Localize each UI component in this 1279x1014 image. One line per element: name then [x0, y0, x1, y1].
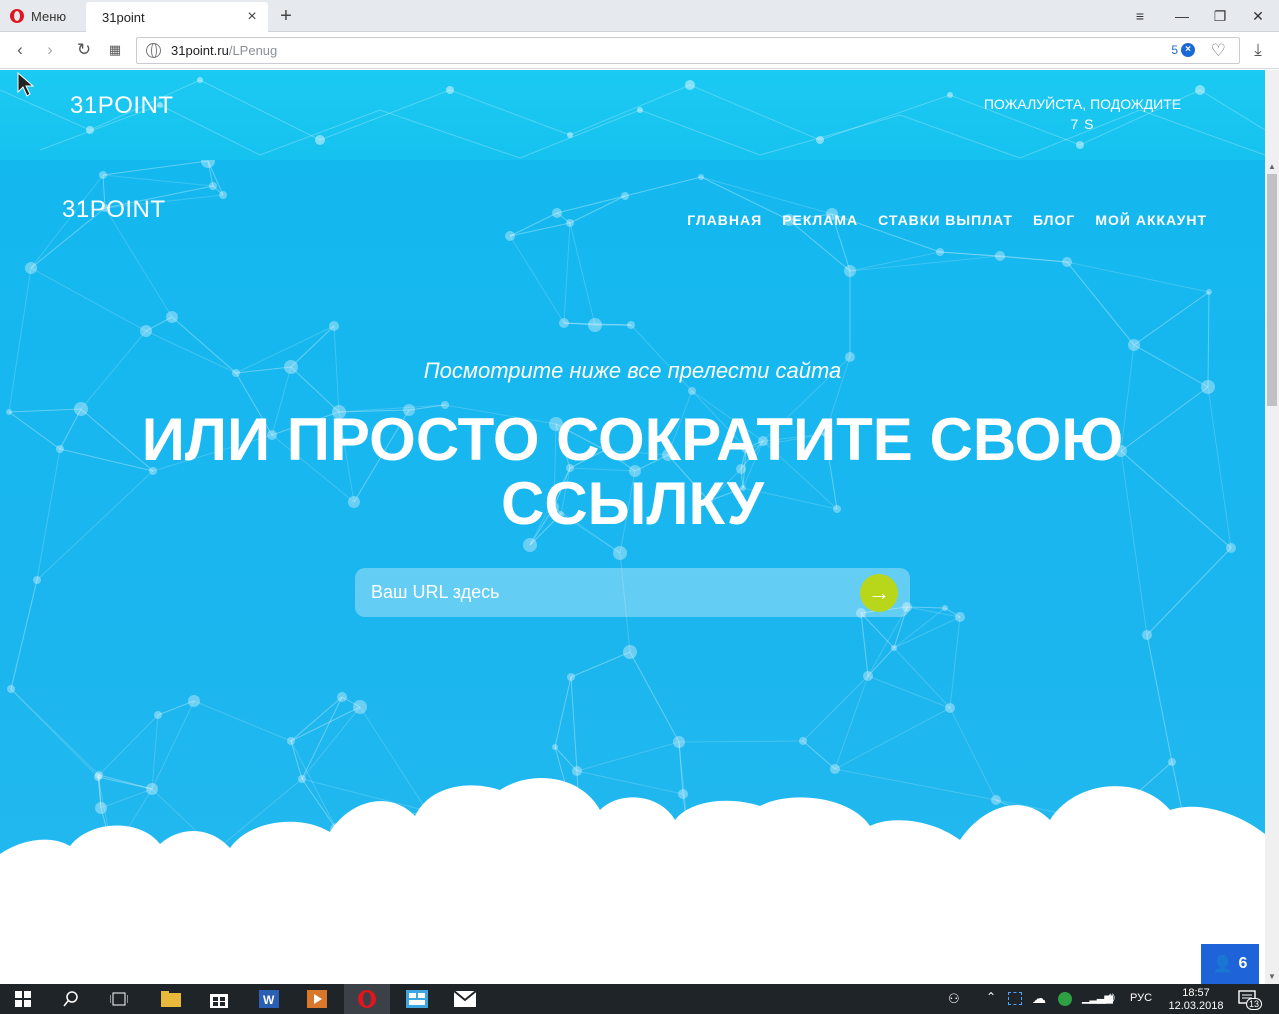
- site-logo[interactable]: 31POINT: [62, 196, 166, 224]
- tab-menu-icon[interactable]: ≡: [1128, 4, 1152, 28]
- url-domain: 31point.ru: [171, 43, 229, 58]
- notification-count: 13: [1246, 998, 1263, 1010]
- task-view-icon: [110, 992, 128, 1006]
- volume-icon[interactable]: 🔊︎: [1106, 989, 1115, 1006]
- windows-logo-icon: [15, 991, 31, 1007]
- ad-block-shield-icon: ×: [1181, 43, 1195, 57]
- control-panel-icon: [406, 990, 428, 1008]
- search-icon: [63, 991, 78, 1007]
- onedrive-cloud-icon[interactable]: ☁: [1032, 990, 1046, 1007]
- system-clock[interactable]: 18:57 12.03.2018: [1160, 987, 1232, 1013]
- clock-date: 12.03.2018: [1168, 1000, 1224, 1012]
- tab-title: 31point: [102, 9, 145, 25]
- nav-payout-rates[interactable]: СТАВКИ ВЫПЛАТ: [878, 212, 1013, 228]
- action-center-button[interactable]: 13: [1238, 989, 1263, 1010]
- clock-time: 18:57: [1182, 987, 1210, 999]
- taskbar-store[interactable]: [196, 984, 242, 1014]
- forward-button[interactable]: ›: [38, 38, 62, 62]
- taskbar-control-panel[interactable]: [394, 984, 440, 1014]
- main-nav: ГЛАВНАЯ РЕКЛАМА СТАВКИ ВЫПЛАТ БЛОГ МОЙ А…: [687, 212, 1207, 228]
- url-path: /LPenug: [228, 43, 278, 58]
- online-users-count: 6: [1238, 955, 1248, 972]
- start-button[interactable]: [0, 984, 46, 1014]
- globe-icon: [146, 43, 161, 58]
- media-player-icon: [307, 990, 327, 1008]
- download-icon[interactable]: ⤓: [1246, 38, 1270, 62]
- headline-line-2: ССЫЛКУ: [501, 470, 764, 537]
- scroll-up-icon[interactable]: ▲: [1265, 160, 1279, 174]
- hero-tagline: Посмотрите ниже все прелести сайта: [423, 358, 842, 383]
- svg-text:W: W: [263, 993, 275, 1007]
- hero-section: 31POINT ГЛАВНАЯ РЕКЛАМА СТАВКИ ВЫПЛАТ БЛ…: [0, 160, 1265, 984]
- heart-icon[interactable]: ♡: [1211, 41, 1226, 61]
- windows-taskbar: W ⚇ ⌃ ☁ ▁▂▃▅ 🔊︎ РУС 18:57 12.03.2018 13: [0, 984, 1279, 1014]
- shorten-submit-button[interactable]: →: [860, 574, 898, 612]
- minimize-button[interactable]: —: [1170, 4, 1194, 28]
- nav-advertising[interactable]: РЕКЛАМА: [782, 212, 858, 228]
- url-field[interactable]: 31point.ru/LPenug 5 × ♡: [136, 37, 1240, 64]
- headline-line-1: ИЛИ ПРОСТО СОКРАТИТЕ СВОЮ: [141, 406, 1124, 473]
- nav-blog[interactable]: БЛОГ: [1033, 212, 1075, 228]
- taskbar-word[interactable]: W: [246, 984, 292, 1014]
- arrow-right-icon: →: [868, 580, 890, 605]
- task-view-button[interactable]: [96, 984, 142, 1014]
- scroll-down-icon[interactable]: ▼: [1265, 970, 1279, 984]
- input-language[interactable]: РУС: [1130, 992, 1152, 1004]
- status-check-icon[interactable]: [1058, 992, 1072, 1006]
- taskbar-mail[interactable]: [442, 984, 488, 1014]
- topbar-logo[interactable]: 31POINT: [70, 92, 174, 120]
- wait-countdown: 7 S: [1070, 116, 1095, 132]
- online-users-badge[interactable]: 👤 6: [1201, 944, 1259, 984]
- browser-tab[interactable]: 31point ×: [86, 2, 268, 32]
- opera-icon: [358, 990, 376, 1008]
- address-bar: ‹ › ↻ ▦ 31point.ru/LPenug 5 × ♡ ⤓: [0, 32, 1279, 69]
- url-input[interactable]: [355, 568, 855, 617]
- user-icon: 👤: [1212, 956, 1233, 973]
- nav-home[interactable]: ГЛАВНАЯ: [687, 212, 762, 228]
- opera-menu-button[interactable]: Меню: [0, 0, 78, 32]
- opera-logo-icon: [10, 9, 24, 23]
- hero-headline: ИЛИ ПРОСТО СОКРАТИТЕ СВОЮ ССЫЛКУ: [100, 408, 1165, 536]
- mail-icon: [454, 991, 476, 1007]
- mouse-cursor-icon: [17, 72, 35, 97]
- folder-icon: [161, 991, 181, 1007]
- tab-close-icon[interactable]: ×: [244, 9, 260, 25]
- nav-my-account[interactable]: МОЙ АККАУНТ: [1095, 212, 1207, 228]
- blocked-count: 5: [1171, 43, 1178, 57]
- back-button[interactable]: ‹: [8, 38, 32, 62]
- shorten-url-form: →: [355, 568, 910, 617]
- people-icon[interactable]: ⚇: [948, 991, 960, 1007]
- wait-label: ПОЖАЛУЙСТА, ПОДОЖДИТЕ: [983, 96, 1182, 112]
- reload-button[interactable]: ↻: [72, 38, 96, 62]
- page-scrollbar[interactable]: ▲ ▼: [1265, 70, 1279, 984]
- speed-dial-icon[interactable]: ▦: [103, 38, 127, 62]
- taskbar-opera[interactable]: [344, 984, 390, 1014]
- menu-label: Меню: [31, 8, 67, 24]
- clouds-decoration: [0, 778, 1265, 984]
- browser-tab-bar: Меню 31point × + ≡ — ❐ ✕: [0, 0, 1279, 32]
- word-icon: W: [259, 990, 279, 1008]
- store-icon: [210, 994, 228, 1008]
- search-button[interactable]: [48, 984, 94, 1014]
- chevron-up-icon[interactable]: ⌃: [986, 990, 996, 1004]
- restore-button[interactable]: ❐: [1208, 4, 1232, 28]
- web-page: 31POINT ПОЖАЛУЙСТА, ПОДОЖДИТЕ 7 S 31POIN…: [0, 70, 1265, 984]
- banner-network-pattern: [0, 77, 1265, 159]
- taskbar-file-explorer[interactable]: [148, 984, 194, 1014]
- wait-banner: 31POINT ПОЖАЛУЙСТА, ПОДОЖДИТЕ 7 S: [0, 70, 1265, 160]
- close-window-button[interactable]: ✕: [1246, 4, 1270, 28]
- scroll-thumb[interactable]: [1267, 174, 1277, 406]
- ad-block-indicator[interactable]: 5 ×: [1171, 43, 1195, 57]
- taskbar-media-player[interactable]: [294, 984, 340, 1014]
- screenshot-tool-icon[interactable]: [1008, 992, 1022, 1005]
- new-tab-button[interactable]: +: [276, 4, 296, 28]
